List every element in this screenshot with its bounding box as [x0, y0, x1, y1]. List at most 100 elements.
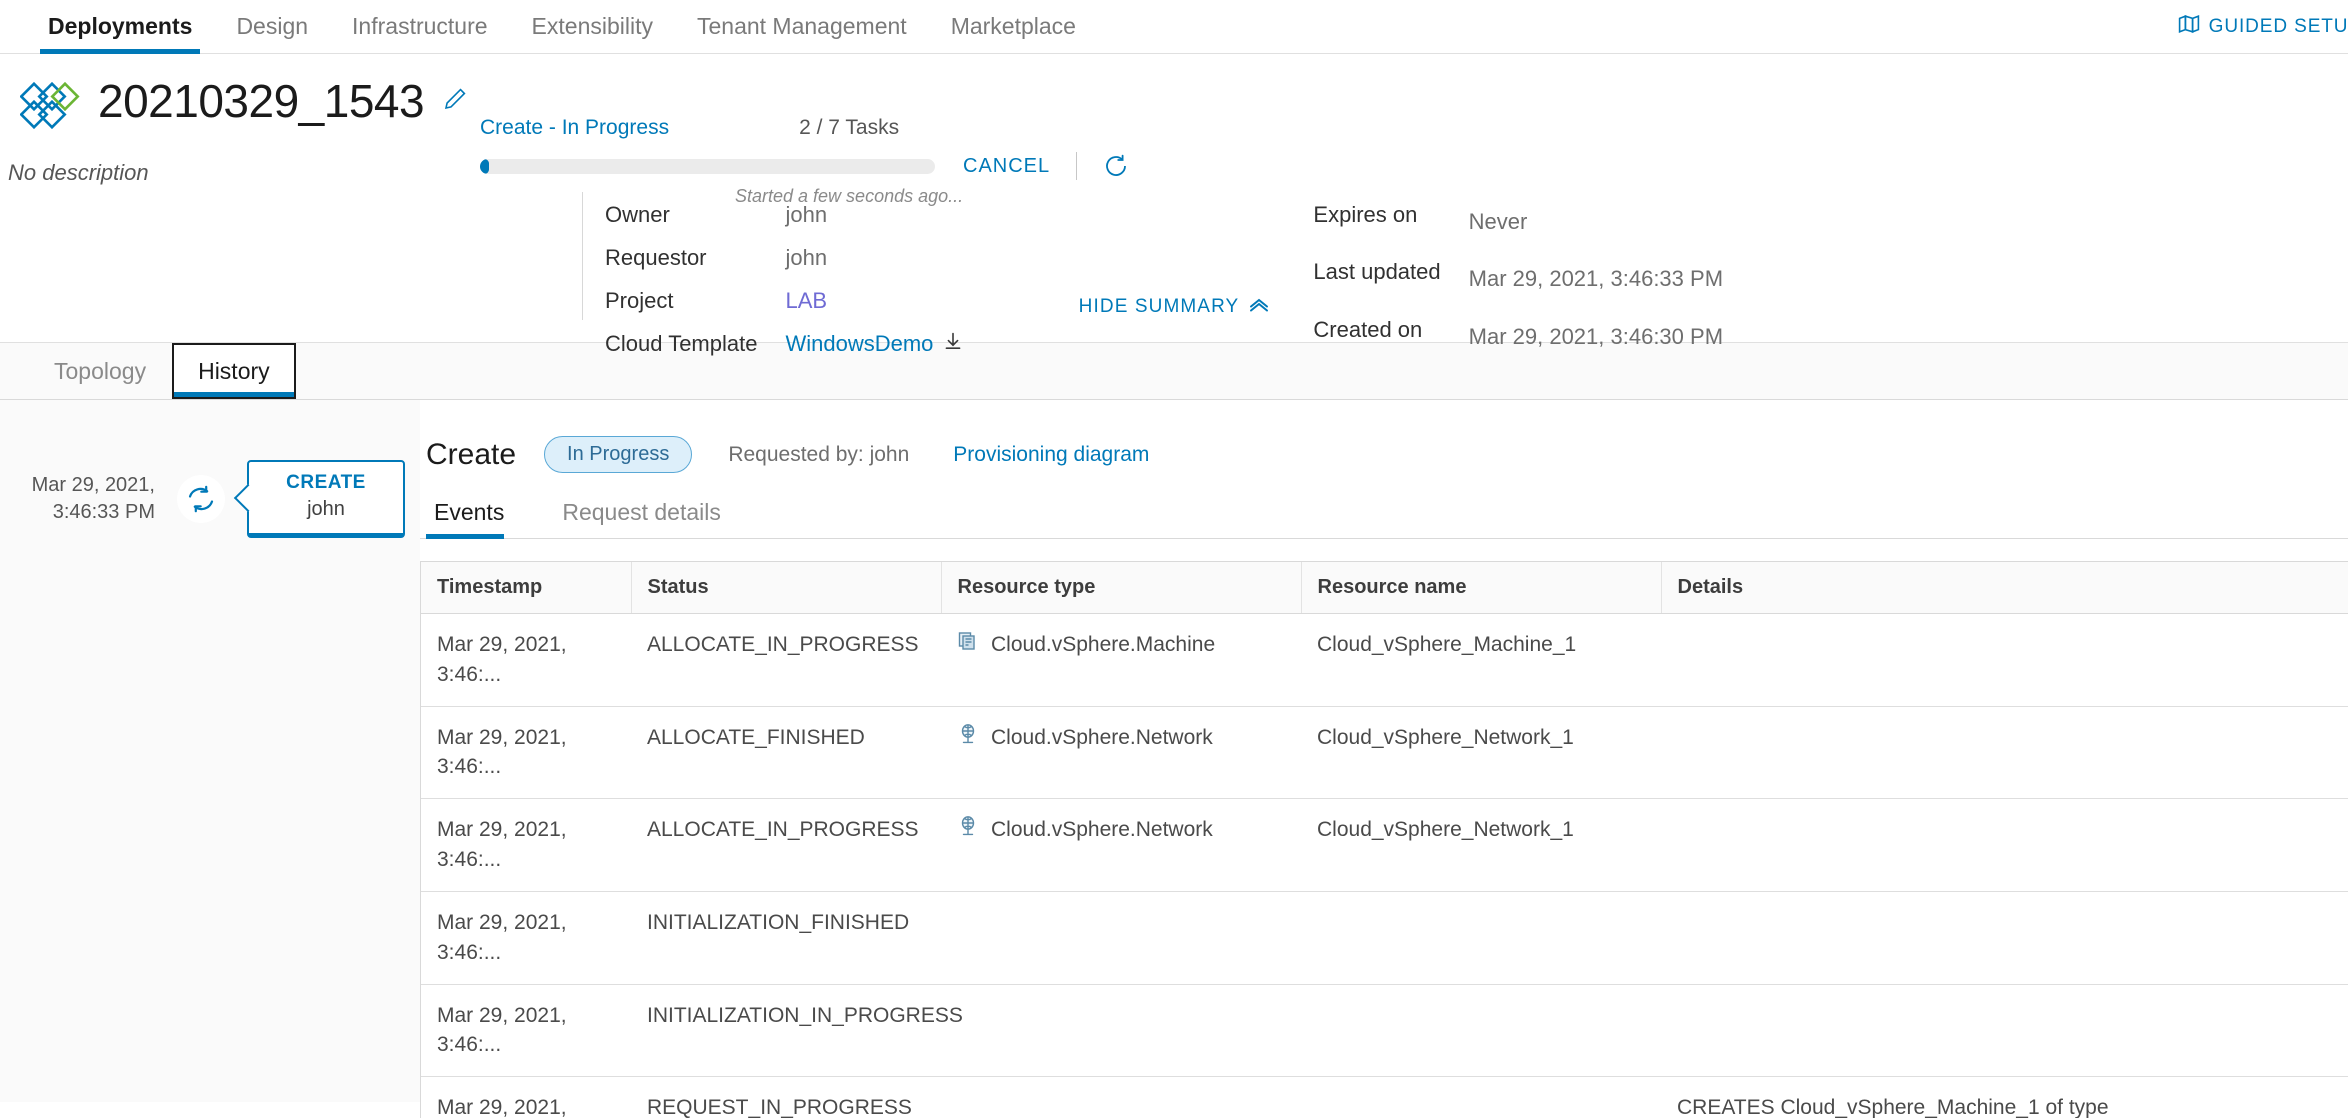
vsphere-machine-icon [957, 630, 979, 661]
meta-key-expires-on: Expires on [1313, 202, 1418, 227]
guided-setup-button[interactable]: GUIDED SETUP [2178, 0, 2348, 54]
download-icon[interactable] [943, 331, 963, 357]
table-row[interactable]: Mar 29, 2021, 3:46:... INITIALIZATION_FI… [421, 891, 2348, 985]
events-table-head: Timestamp Status Resource type Resource … [421, 562, 2348, 614]
column-header-resource-type[interactable]: Resource type [941, 562, 1302, 614]
tab-history[interactable]: History [172, 343, 296, 399]
table-row[interactable]: Mar 29, 2021, 3:46:... ALLOCATE_IN_PROGR… [421, 613, 2348, 707]
cell-resource-name: Cloud_vSphere_Network_1 [1301, 798, 1661, 892]
cell-resource-type: Cloud.vSphere.Network [941, 706, 1301, 800]
cell-status: REQUEST_IN_PROGRESS [631, 1076, 941, 1118]
cell-status: INITIALIZATION_FINISHED [631, 891, 941, 985]
cell-status: ALLOCATE_FINISHED [631, 706, 941, 800]
top-navigation-bar: Deployments Design Infrastructure Extens… [0, 0, 2348, 54]
timeline-card-user: john [307, 498, 345, 520]
tab-label: Topology [54, 357, 147, 384]
events-table: Timestamp Status Resource type Resource … [421, 562, 2348, 1118]
nav-item-design[interactable]: Design [214, 0, 330, 53]
tab-request-details[interactable]: Request details [554, 489, 743, 538]
meta-value-created-on: Mar 29, 2021, 3:46:30 PM [1468, 323, 1724, 349]
progress-bar-fill [480, 158, 490, 174]
table-row[interactable]: Mar 29, 2021, 3:46:... ALLOCATE_IN_PROGR… [421, 798, 2348, 892]
hide-summary-label: HIDE SUMMARY [1078, 296, 1240, 317]
cell-timestamp: Mar 29, 2021, 3:46:... [421, 613, 631, 707]
deployment-status-link[interactable]: Create - In Progress [480, 116, 669, 140]
column-header-status[interactable]: Status [631, 562, 942, 614]
guided-setup-label: GUIDED SETUP [2208, 16, 2348, 37]
deployment-progress-block: Create - In Progress 2 / 7 Tasks CANCEL … [480, 116, 1180, 207]
meta-key-last-updated: Last updated [1313, 259, 1441, 285]
meta-value-cloud-template[interactable]: WindowsDemo [785, 331, 963, 357]
cell-resource-type-label: Cloud.vSphere.Machine [991, 633, 1216, 656]
meta-key-requestor: Requestor [605, 245, 707, 270]
cell-timestamp: Mar 29, 2021, 3:46:... [421, 1076, 631, 1118]
progress-controls-row: CANCEL [480, 152, 1180, 180]
table-row[interactable]: Mar 29, 2021, 3:46:... ALLOCATE_FINISHED [421, 706, 2348, 800]
meta-value-expires-on: Never [1468, 209, 1528, 235]
requested-by-label: Requested by: john [728, 442, 910, 466]
cell-status: ALLOCATE_IN_PROGRESS [631, 613, 941, 707]
meta-value-last-updated: Mar 29, 2021, 3:46:33 PM [1468, 266, 1724, 292]
cell-details: CREATES Cloud_vSphere_Machine_1 of type … [1661, 1076, 2348, 1118]
timeline-event-card[interactable]: CREATE john [247, 460, 405, 538]
table-row[interactable]: Mar 29, 2021, 3:46:... REQUEST_IN_PROGRE… [421, 1076, 2348, 1118]
deployment-metadata: Owner john Requestor john Project LAB Cl… [605, 202, 1723, 357]
cloud-template-link-label: WindowsDemo [785, 331, 934, 356]
nav-item-extensibility[interactable]: Extensibility [510, 0, 675, 53]
cancel-button[interactable]: CANCEL [963, 155, 1050, 178]
nav-item-label: Deployments [48, 13, 193, 39]
vsphere-network-icon [957, 723, 979, 754]
events-table-container: Timestamp Status Resource type Resource … [420, 561, 2348, 1118]
cell-timestamp: Mar 29, 2021, 3:46:... [421, 706, 631, 800]
nav-item-deployments[interactable]: Deployments [26, 0, 214, 54]
refresh-icon[interactable] [1103, 153, 1129, 179]
progress-bar[interactable] [480, 158, 935, 174]
cell-resource-name [1301, 891, 1661, 985]
history-body: Mar 29, 2021, 3:46:33 PM CREATE john Cre… [0, 400, 2348, 1118]
table-header-row: Timestamp Status Resource type Resource … [421, 562, 2348, 614]
deployment-header: 20210329_1543 No description Create - In… [0, 54, 2348, 356]
toolbar-divider [1076, 152, 1078, 180]
timeline-card-title: CREATE [286, 472, 366, 493]
column-header-details[interactable]: Details [1661, 562, 2348, 614]
nav-item-tenant-management[interactable]: Tenant Management [675, 0, 929, 53]
cell-resource-type: Cloud.vSphere.Machine [941, 613, 1301, 707]
cell-resource-type [941, 891, 1301, 985]
cell-timestamp: Mar 29, 2021, 3:46:... [421, 891, 631, 985]
events-table-body: Mar 29, 2021, 3:46:... ALLOCATE_IN_PROGR… [421, 613, 2348, 1118]
tab-topology[interactable]: Topology [28, 343, 172, 399]
column-header-timestamp[interactable]: Timestamp [421, 562, 632, 614]
timeline-timestamp-date: Mar 29, 2021, [31, 474, 155, 496]
meta-value-owner: john [785, 202, 828, 227]
cell-details [1661, 706, 2348, 800]
cell-details [1661, 613, 2348, 707]
nav-item-marketplace[interactable]: Marketplace [929, 0, 1098, 53]
cell-details [1661, 984, 2348, 1078]
tab-events[interactable]: Events [426, 489, 526, 539]
chevron-up-icon [1249, 296, 1269, 318]
cell-resource-type [941, 984, 1301, 1078]
page-title: 20210329_1543 [98, 75, 425, 127]
metadata-left-column: Owner john Requestor john Project LAB Cl… [605, 202, 963, 357]
request-detail-panel: Create In Progress Requested by: john Pr… [420, 400, 2348, 1118]
edit-pencil-icon[interactable] [442, 86, 468, 117]
cell-status: INITIALIZATION_IN_PROGRESS [631, 984, 963, 1078]
nav-item-label: Tenant Management [696, 13, 907, 39]
hide-summary-button[interactable]: HIDE SUMMARY [0, 296, 2348, 318]
column-header-resource-name[interactable]: Resource name [1301, 562, 1662, 614]
meta-key-created-on: Created on [1313, 316, 1423, 342]
cell-resource-type-label: Cloud.vSphere.Network [991, 725, 1213, 749]
cell-resource-type: Cloud.vSphere.Network [941, 798, 1301, 892]
map-icon [2178, 14, 2200, 40]
cell-resource-type-label: Cloud.vSphere.Network [991, 818, 1213, 842]
nav-item-infrastructure[interactable]: Infrastructure [330, 0, 510, 53]
request-title: Create [426, 437, 517, 471]
progress-top-row: Create - In Progress 2 / 7 Tasks [480, 116, 1180, 140]
cell-timestamp: Mar 29, 2021, 3:46:... [421, 798, 631, 892]
cell-timestamp: Mar 29, 2021, 3:46:... [421, 984, 631, 1078]
meta-key-cloud-template: Cloud Template [605, 331, 758, 356]
meta-value-requestor: john [785, 245, 828, 270]
deployment-logo-icon [19, 70, 82, 132]
table-row[interactable]: Mar 29, 2021, 3:46:... INITIALIZATION_IN… [421, 984, 2348, 1078]
provisioning-diagram-link[interactable]: Provisioning diagram [953, 443, 1149, 467]
